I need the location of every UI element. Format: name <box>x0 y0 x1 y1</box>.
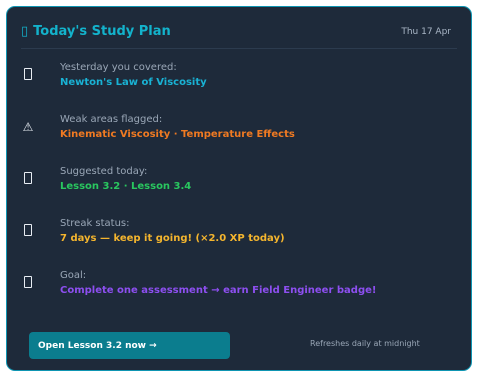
list-item-goal: Goal: Complete one assessment → earn Fie… <box>21 269 457 309</box>
list-item-weak-areas: ⚠ Weak areas flagged: Kinematic Viscosit… <box>21 113 457 153</box>
warning-icon: ⚠ <box>22 120 34 134</box>
item-label: Yesterday you covered: <box>60 62 177 73</box>
item-label: Streak status: <box>60 218 130 229</box>
item-label: Goal: <box>60 270 87 281</box>
item-value: Newton's Law of Viscosity <box>60 77 207 88</box>
list-item-yesterday-covered: Yesterday you covered: Newton's Law of V… <box>21 61 457 101</box>
item-value: Lesson 3.2 · Lesson 3.4 <box>60 181 192 192</box>
calendar-icon: ▯ <box>21 24 29 39</box>
item-label: Suggested today: <box>60 166 148 177</box>
item-value: Complete one assessment → earn Field Eng… <box>60 285 377 296</box>
item-value: 7 days — keep it going! (×2.0 XP today) <box>60 233 285 244</box>
card-header: ▯ Today's Study Plan Thu 17 Apr <box>21 15 457 49</box>
target-icon <box>21 276 35 291</box>
card-footer: Open Lesson 3.2 now → Refreshes daily at… <box>29 332 457 360</box>
item-label: Weak areas flagged: <box>60 114 163 125</box>
card-title-text: Today's Study Plan <box>33 24 171 39</box>
list-item-streak-status: Streak status: 7 days — keep it going! (… <box>21 217 457 257</box>
open-lesson-button[interactable]: Open Lesson 3.2 now → <box>29 332 230 359</box>
current-date: Thu 17 Apr <box>401 26 451 37</box>
clipboard-icon <box>21 172 35 187</box>
study-plan-card: ▯ Today's Study Plan Thu 17 Apr Yesterda… <box>6 6 472 371</box>
item-value: Kinematic Viscosity · Temperature Effect… <box>60 129 295 140</box>
refresh-note: Refreshes daily at midnight <box>310 339 420 348</box>
book-icon <box>21 68 35 83</box>
list-item-suggested-today: Suggested today: Lesson 3.2 · Lesson 3.4 <box>21 165 457 205</box>
card-title: ▯ Today's Study Plan <box>21 24 171 39</box>
fire-icon <box>21 224 35 239</box>
